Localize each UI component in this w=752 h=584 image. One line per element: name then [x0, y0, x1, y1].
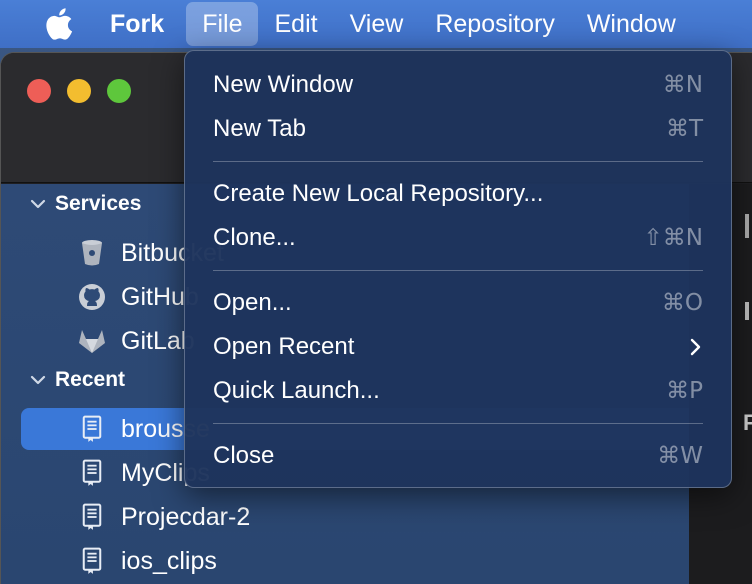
menu-view[interactable]: View: [334, 0, 420, 48]
gitlab-icon: [77, 326, 107, 356]
menu-item-label: New Window: [213, 71, 354, 98]
menu-item-label: Open...: [213, 289, 292, 316]
menu-item-shortcut: ⌘O: [661, 290, 703, 316]
services-section-header[interactable]: Services: [29, 192, 141, 216]
apple-icon[interactable]: [38, 0, 78, 48]
menu-window[interactable]: Window: [571, 0, 692, 48]
sidebar-item-recent-repo[interactable]: ios_clips: [21, 540, 689, 582]
menu-item-label: Clone...: [213, 224, 296, 251]
menu-item-open[interactable]: Open... ⌘O: [185, 281, 731, 325]
menu-separator: [213, 270, 703, 271]
menu-edit[interactable]: Edit: [258, 0, 333, 48]
menu-app-fork[interactable]: Fork: [110, 0, 186, 48]
menu-item-label: Quick Launch...: [213, 377, 380, 404]
zoom-window-button[interactable]: [107, 79, 131, 103]
menu-item-label: Close: [213, 442, 275, 469]
close-window-button[interactable]: [27, 79, 51, 103]
menu-repository[interactable]: Repository: [419, 0, 571, 48]
menu-file[interactable]: File: [186, 2, 259, 46]
menu-separator: [213, 423, 703, 424]
menu-bar: Fork File Edit View Repository Window: [0, 0, 752, 48]
chevron-down-icon: [30, 199, 46, 209]
repository-icon: [77, 502, 107, 532]
menu-item-open-recent[interactable]: Open Recent: [185, 325, 731, 369]
sidebar-item-label: ios_clips: [121, 546, 217, 575]
chevron-down-icon: [30, 375, 46, 385]
menu-item-new-tab[interactable]: New Tab ⌘T: [185, 107, 731, 151]
menu-item-close[interactable]: Close ⌘W: [185, 434, 731, 478]
bitbucket-icon: [77, 238, 107, 268]
toolbar-divider: [745, 214, 749, 238]
github-icon: [77, 282, 107, 312]
menu-item-shortcut: ⌘T: [665, 116, 703, 142]
repository-icon: [77, 414, 107, 444]
menu-item-shortcut: ⇧⌘N: [643, 225, 703, 251]
menu-item-quick-launch[interactable]: Quick Launch... ⌘P: [185, 369, 731, 413]
services-section-title: Services: [55, 192, 142, 215]
menu-separator: [213, 161, 703, 162]
apple-logo-svg: [46, 8, 73, 40]
menu-item-label: Create New Local Repository...: [213, 180, 544, 207]
menu-item-new-window[interactable]: New Window ⌘N: [185, 63, 731, 107]
repository-icon: [77, 546, 107, 576]
pane-marker: [745, 302, 749, 320]
menu-item-clone[interactable]: Clone... ⇧⌘N: [185, 216, 731, 260]
recent-section-title: Recent: [55, 368, 126, 391]
chevron-right-icon: [690, 338, 701, 356]
sidebar-item-label: Projecdar-2: [121, 502, 251, 531]
file-menu-dropdown: New Window ⌘N New Tab ⌘T Create New Loca…: [184, 50, 732, 488]
menu-item-label: Open Recent: [213, 333, 355, 360]
recent-section-header[interactable]: Recent: [29, 368, 125, 392]
repository-icon: [77, 458, 107, 488]
menu-item-label: New Tab: [213, 115, 306, 142]
sidebar-item-recent-repo[interactable]: Projecdar-2: [21, 496, 689, 538]
pane-heading-fragment: F: [743, 410, 752, 436]
menu-item-shortcut: ⌘P: [666, 378, 703, 404]
menu-item-shortcut: ⌘W: [657, 443, 703, 469]
menu-item-shortcut: ⌘N: [662, 72, 703, 98]
minimize-window-button[interactable]: [67, 79, 91, 103]
traffic-lights: [27, 79, 131, 103]
menu-item-create-new-local-repository[interactable]: Create New Local Repository...: [185, 172, 731, 216]
